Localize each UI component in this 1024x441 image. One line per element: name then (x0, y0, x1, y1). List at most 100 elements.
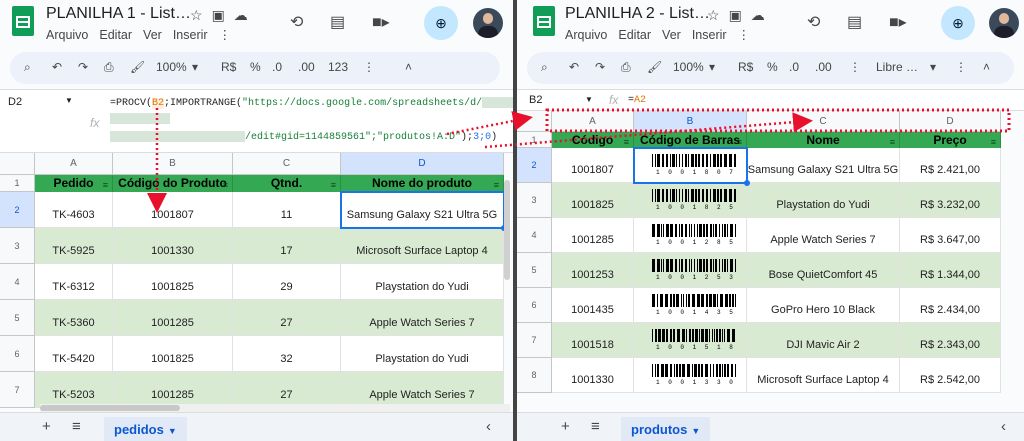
share-button[interactable]: ⊕ (941, 6, 975, 40)
row-header[interactable]: 3 (0, 228, 35, 264)
column-header-c[interactable]: C (233, 153, 341, 175)
formula-input[interactable]: =PROCV(B2;IMPORTRANGE("https://docs.goog… (110, 97, 513, 110)
table-cell[interactable]: Microsoft Surface Laptop 4 (747, 358, 900, 393)
row-header[interactable]: 5 (0, 300, 35, 336)
search-menus-icon[interactable]: ⌕ (541, 60, 548, 75)
row-header[interactable]: 6 (0, 336, 35, 372)
paint-format-icon[interactable]: 🖌 (130, 60, 145, 74)
decrease-decimal-button[interactable]: .0 (789, 60, 799, 74)
name-box-dropdown-icon[interactable]: ▼ (585, 95, 593, 104)
table-cell[interactable]: Samsung Galaxy S21 Ultra 5G (747, 148, 900, 183)
share-button[interactable]: ⊕ (424, 6, 458, 40)
number-format-button[interactable]: 123 (328, 60, 348, 74)
table-cell[interactable]: TK-5925 (35, 228, 113, 264)
table-cell[interactable]: 1001285 (113, 300, 233, 336)
table-cell[interactable]: 1001285 (113, 372, 233, 408)
row-header[interactable]: 7 (0, 372, 35, 408)
paint-format-icon[interactable]: 🖌 (647, 60, 662, 74)
table-cell[interactable]: 29 (233, 264, 341, 300)
header-cell[interactable]: Pedido ≡ (35, 175, 113, 192)
row-header-1[interactable]: 1 (0, 175, 35, 192)
increase-decimal-button[interactable]: .00 (298, 60, 315, 74)
menu-arquivo[interactable]: Arquivo (565, 28, 607, 42)
table-cell[interactable]: 1001807 (113, 192, 233, 228)
menu-ver[interactable]: Ver (662, 28, 681, 42)
table-cell[interactable]: R$ 2.434,00 (900, 288, 1001, 323)
horizontal-scrollbar[interactable] (40, 404, 510, 412)
table-cell[interactable]: 1001285 (552, 218, 634, 253)
doc-title[interactable]: PLANILHA 2 - List… (565, 5, 710, 23)
table-cell[interactable]: R$ 3.232,00 (900, 183, 1001, 218)
table-cell[interactable]: Apple Watch Series 7 (747, 218, 900, 253)
print-icon[interactable]: ⎙ (104, 60, 114, 75)
header-cell[interactable]: Nome do produto ≡ (341, 175, 504, 192)
column-header-b[interactable]: B (634, 111, 747, 132)
table-cell[interactable]: Microsoft Surface Laptop 4 (341, 228, 504, 264)
more-menus-icon[interactable]: ⋮ (219, 28, 232, 42)
row-header[interactable]: 4 (0, 264, 35, 300)
currency-format-button[interactable]: R$ (221, 60, 236, 74)
row-header[interactable]: 3 (517, 183, 552, 218)
scroll-tabs-left-icon[interactable]: ‹ (1001, 418, 1006, 435)
scroll-thumb[interactable] (40, 405, 180, 411)
menu-editar[interactable]: Editar (618, 28, 651, 42)
more-tools-icon[interactable]: ⋮ (955, 60, 967, 74)
doc-title[interactable]: PLANILHA 1 - List… (46, 5, 191, 23)
table-cell[interactable]: GoPro Hero 10 Black (747, 288, 900, 323)
table-cell[interactable]: TK-4603 (35, 192, 113, 228)
table-cell[interactable]: 27 (233, 300, 341, 336)
collapse-toolbar-icon[interactable]: ˄ (983, 60, 990, 74)
barcode-cell[interactable]: 1 0 0 1 2 5 3 (634, 253, 747, 288)
header-cell[interactable]: Código de Barras ≡ (634, 132, 747, 148)
history-icon[interactable]: ⟲ (807, 12, 820, 32)
undo-icon[interactable]: ↶ (52, 60, 62, 74)
row-header[interactable]: 8 (517, 358, 552, 393)
select-all-corner[interactable] (517, 111, 552, 132)
decrease-decimal-button[interactable]: .0 (272, 60, 282, 74)
scroll-tabs-left-icon[interactable]: ‹ (486, 418, 491, 435)
more-menus-icon[interactable]: ⋮ (738, 28, 751, 42)
cloud-status-icon[interactable]: ☁ (751, 7, 765, 23)
header-cell[interactable]: Nome ≡ (747, 132, 900, 148)
column-header-a[interactable]: A (35, 153, 113, 175)
search-menus-icon[interactable]: ⌕ (24, 60, 31, 75)
undo-icon[interactable]: ↶ (569, 60, 579, 74)
table-cell[interactable]: Bose QuietComfort 45 (747, 253, 900, 288)
barcode-cell[interactable]: 1 0 0 1 8 0 7 (634, 148, 747, 183)
font-chevron-down-icon[interactable]: ▾ (930, 60, 936, 74)
menu-inserir[interactable]: Inserir (173, 28, 208, 42)
font-select[interactable]: Libre … (876, 60, 918, 74)
row-header[interactable]: 7 (517, 323, 552, 358)
table-cell[interactable]: R$ 1.344,00 (900, 253, 1001, 288)
sheet-tab-produtos[interactable]: produtos ▼ (621, 417, 711, 441)
row-header[interactable]: 2 (517, 148, 552, 183)
all-sheets-icon[interactable]: ≡ (591, 418, 600, 435)
header-cell[interactable]: Código ≡ (552, 132, 634, 148)
table-cell[interactable]: 32 (233, 336, 341, 372)
barcode-cell[interactable]: 1 0 0 1 5 1 8 (634, 323, 747, 358)
vertical-scrollbar[interactable] (504, 180, 510, 280)
table-cell[interactable]: 17 (233, 228, 341, 264)
table-cell[interactable]: 1001825 (113, 264, 233, 300)
header-cell[interactable]: Qtnd. ≡ (233, 175, 341, 192)
comment-icon[interactable]: ▤ (330, 12, 345, 32)
row-header[interactable]: 2 (0, 192, 35, 228)
tab-chevron-down-icon[interactable]: ▼ (168, 426, 177, 436)
print-icon[interactable]: ⎙ (621, 60, 631, 75)
column-header-c[interactable]: C (747, 111, 900, 132)
table-cell[interactable]: TK-5360 (35, 300, 113, 336)
menu-editar[interactable]: Editar (99, 28, 132, 42)
currency-format-button[interactable]: R$ (738, 60, 753, 74)
table-cell[interactable]: 1001518 (552, 323, 634, 358)
menu-ver[interactable]: Ver (143, 28, 162, 42)
barcode-cell[interactable]: 1 0 0 1 8 2 5 (634, 183, 747, 218)
sheet-tab-pedidos[interactable]: pedidos ▼ (104, 417, 187, 441)
sheets-logo-icon[interactable] (533, 6, 555, 36)
add-sheet-icon[interactable]: + (561, 418, 570, 435)
name-box[interactable]: D2 (8, 96, 22, 108)
tab-chevron-down-icon[interactable]: ▼ (691, 426, 700, 436)
cloud-status-icon[interactable]: ☁ (234, 7, 248, 23)
column-header-d[interactable]: D (341, 153, 504, 175)
table-cell[interactable]: Apple Watch Series 7 (341, 372, 504, 408)
chevron-down-icon[interactable]: ▾ (192, 60, 198, 74)
